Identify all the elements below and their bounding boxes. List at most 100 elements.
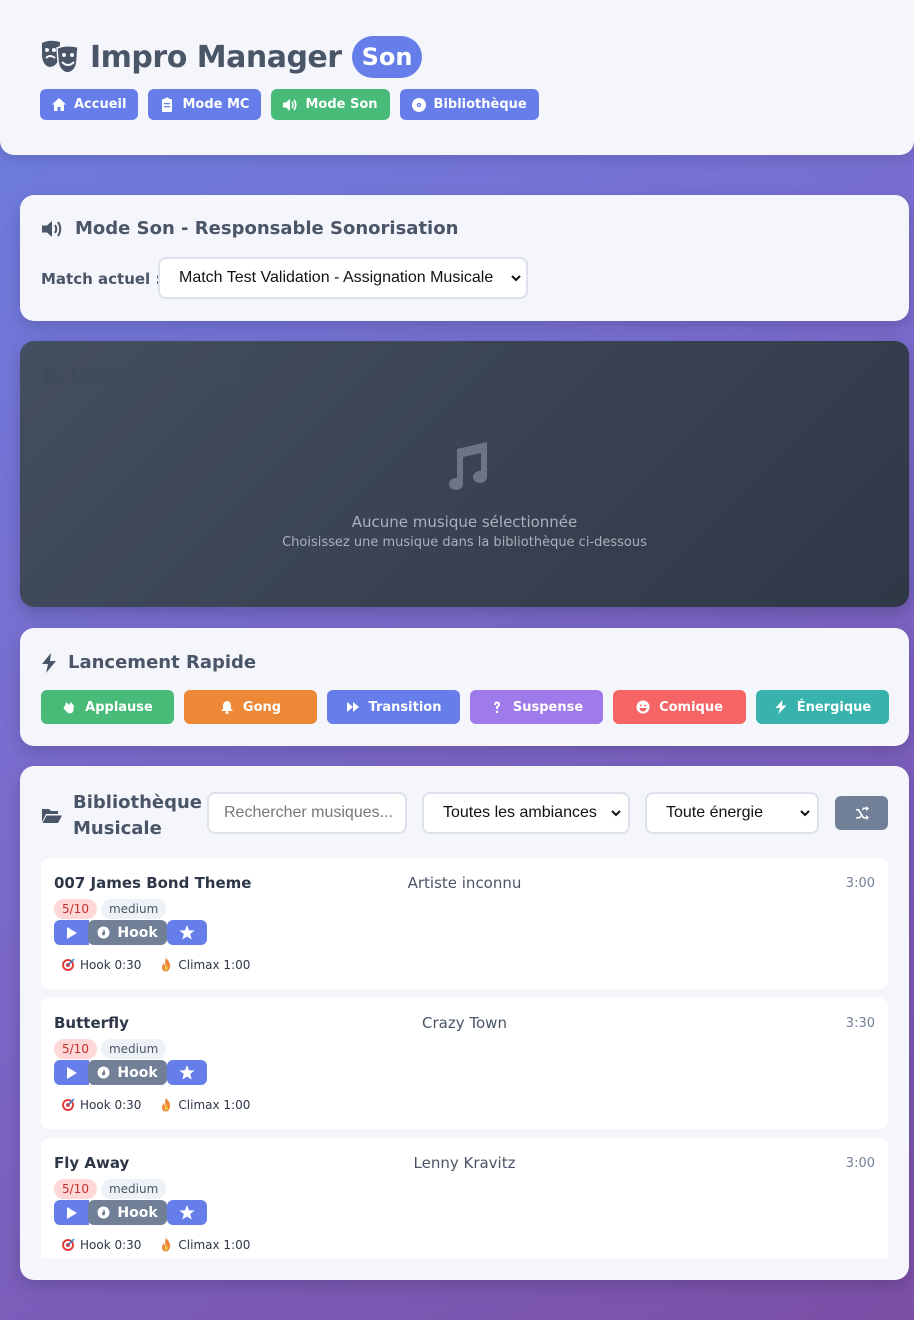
hook-marker: Hook 0:30 (61, 958, 141, 972)
nav-bibliotheque-button[interactable]: Bibliothèque (399, 89, 539, 120)
climax-marker: Climax 1:00 (159, 1098, 250, 1112)
climax-marker: Climax 1:00 (159, 1238, 250, 1252)
nav-mode-mc-button[interactable]: Mode MC (148, 89, 262, 120)
hook-button[interactable]: Hook (88, 920, 167, 945)
disc-icon (411, 97, 426, 112)
applause-button[interactable]: Applause (41, 690, 174, 724)
flame-icon (162, 1238, 171, 1252)
mode-son-card: Mode Son - Responsable Sonorisation Matc… (20, 195, 909, 321)
brand: Impro Manager Son (40, 36, 423, 78)
laugh-icon (636, 700, 650, 714)
comique-label: Comique (659, 699, 723, 715)
mood-filter-select[interactable]: Toutes les ambiances (422, 792, 630, 834)
list-item[interactable]: Fly Away Lenny Kravitz 3:00 5/10 medium … (41, 1138, 888, 1258)
play-button[interactable] (54, 1060, 89, 1085)
player-empty-state: Aucune musique sélectionnée Choisissez u… (20, 441, 909, 550)
mode-badge: Son (351, 36, 423, 78)
folder-open-icon (42, 809, 62, 823)
hook-button[interactable]: Hook (88, 1200, 167, 1225)
clipboard-icon (162, 97, 173, 112)
track-tags: 5/10 medium (54, 1179, 167, 1199)
climax-marker-text: Climax 1:00 (178, 958, 251, 972)
fire-icon (97, 926, 110, 939)
gong-button[interactable]: Gong (184, 690, 317, 724)
track-markers: Hook 0:30 Climax 1:00 (61, 958, 250, 972)
energique-label: Énergique (796, 699, 872, 715)
favorite-button[interactable] (167, 920, 207, 945)
library-search-input[interactable]: Rechercher musiques... (207, 792, 407, 834)
track-duration: 3:30 (845, 1016, 875, 1031)
match-select[interactable]: Match Test Validation - Assignation Musi… (158, 257, 528, 299)
favorite-button[interactable] (167, 1200, 207, 1225)
star-icon (179, 925, 195, 940)
energy-filter-select[interactable]: Toute énergie (645, 792, 819, 834)
nav-accueil-button[interactable]: Accueil (40, 89, 139, 120)
library-card: Bibliothèque Musicale Rechercher musique… (20, 766, 909, 1280)
favorite-button[interactable] (167, 1060, 207, 1085)
hook-button[interactable]: Hook (88, 1060, 167, 1085)
volume-icon (283, 98, 298, 111)
home-icon (52, 97, 66, 111)
track-actions: Hook (54, 1200, 207, 1225)
play-button[interactable] (54, 1200, 89, 1225)
shuffle-button[interactable] (835, 796, 888, 830)
player-empty-hint: Choisissez une musique dans la bibliothè… (282, 535, 647, 550)
applause-label: Applause (85, 699, 153, 715)
bell-icon (220, 701, 233, 714)
hook-label: Hook (117, 1064, 158, 1081)
player-heading: Lecteur Principal (40, 365, 242, 386)
player-title: Lecteur Principal (70, 365, 243, 386)
target-icon (62, 1238, 75, 1251)
match-label: Match actuel : (41, 270, 162, 288)
fire-icon (97, 1066, 110, 1079)
search-placeholder: Rechercher musiques... (224, 804, 393, 821)
track-actions: Hook (54, 920, 207, 945)
hook-label: Hook (117, 924, 158, 941)
list-item[interactable]: Butterfly Crazy Town 3:30 5/10 medium Ho… (41, 998, 888, 1129)
play-circle-icon (41, 366, 59, 385)
track-artist: Crazy Town (422, 1014, 507, 1032)
mode-son-heading: Mode Son - Responsable Sonorisation (41, 218, 458, 239)
nav-mode-son-button[interactable]: Mode Son (271, 89, 390, 120)
chevron-down-icon (511, 275, 521, 282)
hook-marker: Hook 0:30 (61, 1098, 141, 1112)
nav-bibliotheque-label: Bibliothèque (433, 97, 527, 112)
hook-marker: Hook 0:30 (61, 1238, 141, 1252)
level-badge: medium (100, 899, 167, 919)
play-button[interactable] (54, 920, 89, 945)
music-note-icon (448, 442, 487, 490)
app-title: Impro Manager (90, 39, 342, 75)
track-artist: Artiste inconnu (407, 874, 522, 892)
quick-launch-buttons: Applause Gong Transition Suspense Comiqu… (41, 690, 889, 724)
nav-accueil-label: Accueil (74, 97, 127, 112)
track-actions: Hook (54, 1060, 207, 1085)
track-list: 007 James Bond Theme Artiste inconnu 3:0… (41, 858, 888, 1258)
level-badge: medium (100, 1179, 167, 1199)
track-markers: Hook 0:30 Climax 1:00 (61, 1098, 250, 1112)
climax-marker: Climax 1:00 (159, 958, 250, 972)
play-icon (67, 926, 77, 939)
nav-mode-mc-label: Mode MC (182, 97, 250, 112)
chevron-down-icon (611, 810, 621, 817)
fire-icon (97, 1206, 110, 1219)
transition-button[interactable]: Transition (327, 690, 460, 724)
match-selected-value: Match Test Validation - Assignation Musi… (179, 269, 494, 286)
shuffle-icon (855, 806, 869, 820)
energy-badge: 5/10 (54, 899, 97, 919)
list-item[interactable]: 007 James Bond Theme Artiste inconnu 3:0… (41, 858, 888, 989)
track-duration: 3:00 (845, 876, 875, 891)
climax-marker-text: Climax 1:00 (178, 1098, 251, 1112)
quick-launch-card: Lancement Rapide Applause Gong Transitio… (20, 628, 909, 746)
app-header: Impro Manager Son Accueil Mode MC Mode S… (0, 0, 914, 155)
hook-marker-text: Hook 0:30 (80, 1238, 142, 1252)
track-markers: Hook 0:30 Climax 1:00 (61, 1238, 250, 1252)
suspense-button[interactable]: Suspense (470, 690, 603, 724)
theater-masks-icon (42, 40, 79, 74)
energy-filter-value: Toute énergie (666, 804, 763, 821)
comique-button[interactable]: Comique (613, 690, 746, 724)
suspense-label: Suspense (512, 699, 584, 715)
energique-button[interactable]: Énergique (756, 690, 889, 724)
main-nav: Accueil Mode MC Mode Son Bibliothèque (40, 89, 539, 120)
star-icon (179, 1205, 195, 1220)
fast-forward-icon (346, 702, 359, 712)
